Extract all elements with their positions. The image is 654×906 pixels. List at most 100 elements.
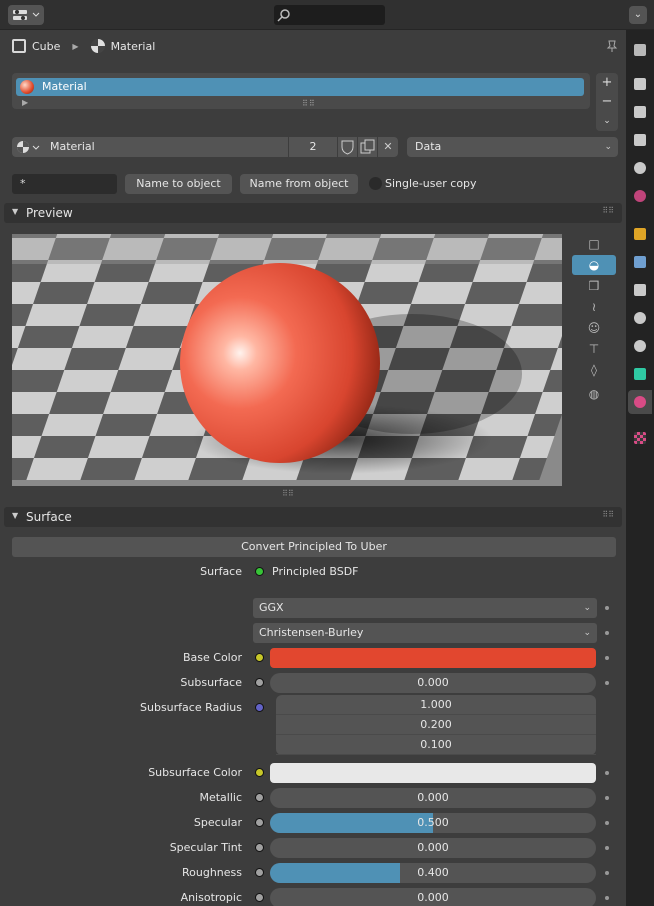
socket-icon[interactable] <box>255 653 264 662</box>
socket-icon[interactable] <box>255 678 264 687</box>
value-slider[interactable]: 0.500 <box>270 813 596 833</box>
properties-main: Cube ▶ Material Material ▶ ⠿⠿ + − ⌄ Mate… <box>0 31 626 906</box>
value-slider[interactable]: 0.400 <box>270 863 596 883</box>
socket-link-dot-icon[interactable] <box>605 771 609 775</box>
distribution-dropdown[interactable]: GGX ⌄ <box>253 598 597 618</box>
editor-type-button[interactable] <box>8 5 44 25</box>
cube-icon: ❒ <box>588 279 600 293</box>
material-users-count[interactable]: 2 <box>289 137 337 157</box>
physics-icon <box>634 312 646 324</box>
socket-link-dot-icon[interactable] <box>605 631 609 635</box>
surface-label: Surface <box>200 565 242 578</box>
breadcrumb-separator-icon: ▶ <box>72 41 79 51</box>
material-sphere-icon <box>17 141 40 153</box>
preview-resize-grip-icon[interactable]: ⠿⠿ <box>282 489 294 498</box>
vector-component[interactable]: 0.200 <box>276 715 596 735</box>
bsdf-input-row: Metallic 0.000 <box>0 788 626 808</box>
shader-socket-icon[interactable] <box>255 567 264 576</box>
socket-link-dot-icon[interactable] <box>605 896 609 900</box>
shirt-icon: ⊤ <box>588 342 600 356</box>
tab-tool[interactable] <box>628 38 652 62</box>
pin-icon[interactable] <box>606 39 618 53</box>
socket-link-dot-icon[interactable] <box>605 681 609 685</box>
socket-icon[interactable] <box>255 868 264 877</box>
socket-link-dot-icon[interactable] <box>605 871 609 875</box>
tab-output[interactable] <box>628 100 652 124</box>
name-to-object-button[interactable]: Name to object <box>125 174 232 194</box>
tab-data[interactable] <box>628 362 652 386</box>
render-icon <box>634 78 646 90</box>
preview-monkey-button[interactable]: ☺ <box>572 318 616 338</box>
socket-link-dot-icon[interactable] <box>605 846 609 850</box>
fake-user-button[interactable] <box>338 137 357 157</box>
value-slider[interactable]: 0.000 <box>270 888 596 906</box>
tab-constraints[interactable] <box>628 334 652 358</box>
tab-modifiers[interactable] <box>628 250 652 274</box>
socket-icon[interactable] <box>255 818 264 827</box>
list-filter-toggle-icon[interactable]: ▶ <box>22 98 28 107</box>
convert-principled-button[interactable]: Convert Principled To Uber <box>12 537 616 557</box>
color-swatch[interactable] <box>270 763 596 783</box>
tab-render[interactable] <box>628 72 652 96</box>
socket-icon[interactable] <box>255 768 264 777</box>
value-slider[interactable]: 0.000 <box>270 673 596 693</box>
bsdf-input-label: Subsurface <box>180 676 242 689</box>
tab-physics[interactable] <box>628 306 652 330</box>
search-input[interactable] <box>274 5 385 25</box>
tab-view-layer[interactable] <box>628 128 652 152</box>
preview-fluid-button[interactable]: ◊ <box>572 360 616 380</box>
tab-texture[interactable] <box>628 426 652 450</box>
socket-link-dot-icon[interactable] <box>605 821 609 825</box>
preview-panel-header[interactable]: ▼ Preview ⠿⠿ <box>4 203 622 223</box>
breadcrumb-material: Material <box>110 39 156 53</box>
tool-icon <box>634 44 646 56</box>
header-options-chevron-icon[interactable]: ⌄ <box>629 6 647 24</box>
link-dropdown[interactable]: Data ⌄ <box>407 137 618 157</box>
tab-scene[interactable] <box>628 156 652 180</box>
browse-material-button[interactable] <box>12 137 44 157</box>
list-resize-grip-icon[interactable]: ⠿⠿ <box>302 99 316 108</box>
surface-shader-value[interactable]: Principled BSDF <box>272 565 359 578</box>
preview-sphere-button[interactable]: ◒ <box>572 255 616 275</box>
remove-slot-button[interactable]: − <box>596 92 618 111</box>
name-field[interactable]: * <box>12 174 117 194</box>
value-slider[interactable]: 0.000 <box>270 838 596 858</box>
add-slot-button[interactable]: + <box>596 73 618 92</box>
mesh-data-icon <box>634 368 646 380</box>
slot-specials-chevron-icon[interactable]: ⌄ <box>596 113 618 131</box>
preview-cube-button[interactable]: ❒ <box>572 276 616 296</box>
tab-particles[interactable] <box>628 278 652 302</box>
socket-icon[interactable] <box>255 703 264 712</box>
preview-world-button[interactable]: ◍ <box>572 384 616 404</box>
surface-panel-header[interactable]: ▼ Surface ⠿⠿ <box>4 507 622 527</box>
socket-link-dot-icon[interactable] <box>605 656 609 660</box>
duplicate-material-button[interactable] <box>358 137 377 157</box>
collapse-triangle-icon: ▼ <box>12 511 19 520</box>
list-item[interactable]: Material <box>16 78 584 96</box>
texture-icon <box>634 432 646 444</box>
tab-world[interactable] <box>628 184 652 208</box>
preview-flat-button[interactable]: □ <box>572 234 616 254</box>
wrench-icon <box>634 256 646 268</box>
name-from-object-button[interactable]: Name from object <box>240 174 358 194</box>
preview-panel-title: Preview <box>26 206 73 220</box>
tab-material[interactable] <box>628 390 652 414</box>
color-swatch[interactable] <box>270 648 596 668</box>
socket-icon[interactable] <box>255 843 264 852</box>
unlink-material-button[interactable]: ✕ <box>378 137 398 157</box>
panel-drag-grip-icon[interactable]: ⠿⠿ <box>602 206 614 215</box>
socket-link-dot-icon[interactable] <box>605 796 609 800</box>
vector-component[interactable]: 0.100 <box>276 735 596 755</box>
value-slider[interactable]: 0.000 <box>270 788 596 808</box>
subsurface-method-dropdown[interactable]: Christensen-Burley ⌄ <box>253 623 597 643</box>
single-user-radio[interactable] <box>369 177 382 190</box>
socket-link-dot-icon[interactable] <box>605 606 609 610</box>
preview-cloth-button[interactable]: ⊤ <box>572 339 616 359</box>
material-name-field[interactable]: Material <box>44 137 288 157</box>
tab-object[interactable] <box>628 222 652 246</box>
vector-component[interactable]: 1.000 <box>276 695 596 715</box>
preview-hair-button[interactable]: ≀ <box>572 297 616 317</box>
panel-drag-grip-icon[interactable]: ⠿⠿ <box>602 510 614 519</box>
socket-icon[interactable] <box>255 893 264 902</box>
socket-icon[interactable] <box>255 793 264 802</box>
